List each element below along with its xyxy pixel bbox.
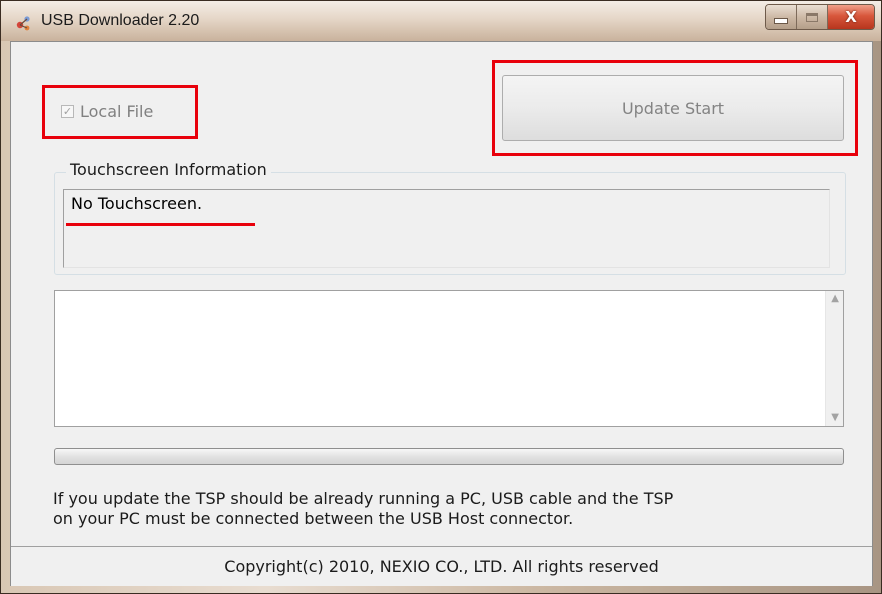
instruction-text: If you update the TSP should be already … [53, 489, 853, 529]
scroll-up-arrow-icon[interactable]: ▲ [831, 294, 839, 304]
title-bar[interactable]: USB Downloader 2.20 X [1, 1, 881, 41]
instruction-line-2: on your PC must be connected between the… [53, 509, 574, 528]
highlight-box-local-file [42, 85, 198, 139]
close-icon: X [845, 7, 857, 26]
touchscreen-info-text: No Touchscreen. [71, 194, 203, 213]
log-scrollbar[interactable]: ▲ ▼ [825, 291, 843, 426]
log-textarea[interactable]: ▲ ▼ [54, 290, 844, 427]
app-window: USB Downloader 2.20 X ✓ Local File Updat… [0, 0, 882, 594]
copyright-text: Copyright(c) 2010, NEXIO CO., LTD. All r… [224, 557, 659, 576]
window-controls: X [765, 4, 875, 30]
app-icon [16, 16, 30, 31]
touchscreen-info-group-label: Touchscreen Information [66, 160, 271, 179]
maximize-button[interactable] [797, 5, 828, 29]
maximize-icon [806, 12, 818, 22]
highlight-underline [66, 223, 255, 226]
scroll-down-arrow-icon[interactable]: ▼ [831, 413, 839, 423]
instruction-line-1: If you update the TSP should be already … [53, 489, 674, 508]
progress-bar [54, 448, 844, 465]
window-title: USB Downloader 2.20 [41, 12, 200, 29]
highlight-box-update-start [492, 60, 858, 156]
minimize-button[interactable] [766, 5, 797, 29]
close-button[interactable]: X [828, 5, 874, 29]
status-bar: Copyright(c) 2010, NEXIO CO., LTD. All r… [11, 546, 872, 586]
dialog-client-area: ✓ Local File Update Start Touchscreen In… [10, 41, 873, 586]
minimize-icon [774, 18, 788, 24]
